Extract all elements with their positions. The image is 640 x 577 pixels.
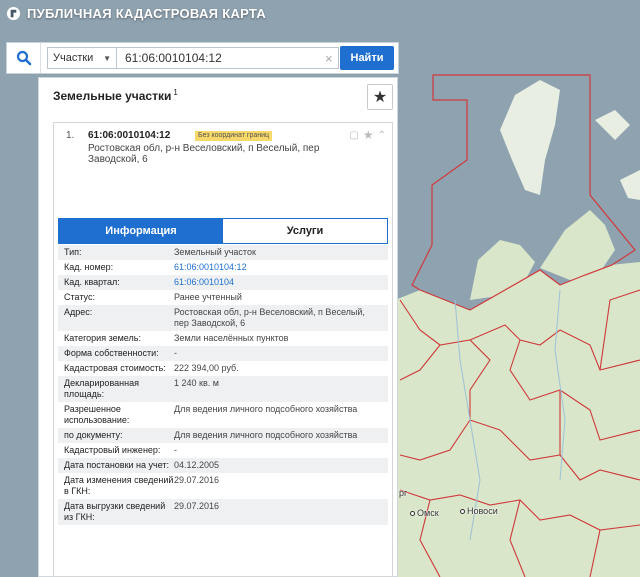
map-city-label: Омск: [410, 508, 439, 518]
status-badge: Без координат границ: [195, 131, 273, 141]
prop-label: Статус:: [64, 292, 95, 302]
star-icon: ★: [372, 89, 388, 106]
prop-value: 29.07.2016: [174, 501, 220, 511]
prop-value: Ростовская обл, р-н Веселовский, п Весел…: [174, 307, 365, 328]
table-row: Декларированная площадь: 1 240 кв. м: [58, 376, 388, 402]
prop-label: Форма собственности:: [64, 348, 159, 358]
prop-label: по документу:: [64, 430, 123, 440]
result-count: 1: [173, 88, 178, 97]
table-row: Кадастровый инженер: -: [58, 443, 388, 458]
prop-value: Ранее учтенный: [174, 292, 242, 302]
panel-title: Земельные участки 1: [53, 88, 178, 103]
table-row: Дата изменения сведений в ГКН: 29.07.2016: [58, 473, 388, 499]
prop-label: Декларированная площадь:: [64, 378, 139, 399]
table-row: Дата выгрузки сведений из ГКН: 29.07.2016: [58, 499, 388, 525]
find-button[interactable]: Найти: [340, 46, 394, 70]
prop-label: Разрешенное использование:: [64, 404, 130, 425]
prop-value: 29.07.2016: [174, 475, 220, 485]
clear-search-icon[interactable]: ×: [325, 51, 333, 66]
prop-value: Земли населённых пунктов: [174, 333, 289, 343]
table-row: Кад. номер: 61:06:0010104:12: [58, 260, 388, 275]
star-outline-icon[interactable]: ★: [363, 128, 374, 142]
results-panel: Земельные участки 1 ★ 1. 61:06:0010104:12…: [38, 77, 398, 577]
prop-value: 1 240 кв. м: [174, 378, 219, 388]
search-bar: Участки ▼ × Найти: [6, 42, 399, 74]
table-row: Адрес: Ростовская обл, р-н Веселовский, п…: [58, 305, 388, 331]
prop-value: -: [174, 348, 177, 358]
result-card[interactable]: 1. 61:06:0010104:12 Без координат границ…: [53, 122, 393, 577]
prop-label: Дата выгрузки сведений из ГКН:: [64, 501, 166, 522]
prop-label: Кадастровый инженер:: [64, 445, 161, 455]
prop-value: Земельный участок: [174, 247, 256, 257]
prop-value: Для ведения личного подсобного хозяйства: [174, 430, 358, 440]
search-type-select[interactable]: Участки ▼: [47, 47, 117, 69]
table-row: Тип: Земельный участок: [58, 245, 388, 260]
table-row: Кадастровая стоимость: 222 394,00 руб.: [58, 361, 388, 376]
search-icon[interactable]: [7, 43, 41, 73]
copy-icon[interactable]: ▢: [349, 130, 358, 141]
table-row: Форма собственности: -: [58, 346, 388, 361]
table-row: Категория земель: Земли населённых пункто…: [58, 331, 388, 346]
map-city-label: Новоси: [460, 506, 498, 516]
cadastre-logo-icon: [6, 6, 21, 21]
prop-label: Кадастровая стоимость:: [64, 363, 166, 373]
prop-label: Категория земель:: [64, 333, 141, 343]
prop-label: Адрес:: [64, 307, 93, 317]
result-cad-number[interactable]: 61:06:0010104:12: [88, 130, 170, 141]
prop-value: 222 394,00 руб.: [174, 363, 239, 373]
prop-label: Кад. номер:: [64, 262, 114, 272]
prop-label: Дата постановки на учет:: [64, 460, 170, 470]
prop-label: Кад. квартал:: [64, 277, 120, 287]
table-row: Кад. квартал: 61:06:0010104: [58, 275, 388, 290]
prop-value: Для ведения личного подсобного хозяйства: [174, 404, 358, 414]
result-index: 1.: [66, 130, 75, 141]
prop-label: Тип:: [64, 247, 82, 257]
search-input[interactable]: [117, 47, 339, 69]
table-row: Статус: Ранее учтенный: [58, 290, 388, 305]
app-title: ПУБЛИЧНАЯ КАДАСТРОВАЯ КАРТА: [27, 6, 267, 21]
table-row: Дата постановки на учет: 04.12.2005: [58, 458, 388, 473]
result-tabs: Информация Услуги: [58, 218, 388, 244]
chevron-down-icon: ▼: [103, 53, 111, 63]
map-city-label: рг: [399, 488, 408, 498]
result-address: Ростовская обл, р-н Веселовский, п Весел…: [88, 143, 320, 165]
properties-table: Тип: Земельный участок Кад. номер: 61:06:0…: [58, 245, 388, 525]
table-row: Разрешенное использование: Для ведения ли…: [58, 402, 388, 428]
favorites-button[interactable]: ★: [367, 84, 393, 110]
cad-quarter-link[interactable]: 61:06:0010104: [174, 277, 382, 288]
tab-services[interactable]: Услуги: [223, 219, 387, 243]
prop-value: 04.12.2005: [174, 460, 220, 470]
app-header: ПУБЛИЧНАЯ КАДАСТРОВАЯ КАРТА: [6, 6, 266, 21]
chevron-up-icon[interactable]: ⌃: [378, 130, 386, 141]
cad-number-link[interactable]: 61:06:0010104:12: [174, 262, 382, 273]
table-row: по документу: Для ведения личного подсобн…: [58, 428, 388, 443]
prop-value: -: [174, 445, 177, 455]
tab-info[interactable]: Информация: [59, 219, 223, 243]
prop-label: Дата изменения сведений в ГКН:: [64, 475, 174, 496]
result-tools: ▢ ★ ⌃: [349, 128, 386, 142]
search-type-label: Участки: [53, 52, 94, 64]
